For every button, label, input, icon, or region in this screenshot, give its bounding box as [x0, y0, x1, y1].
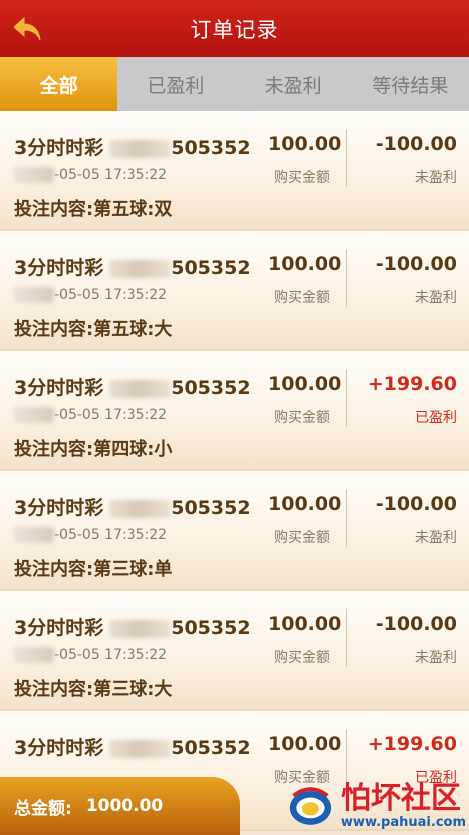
order-item[interactable]: 3分时时彩 505352 -05-05 17:35:22 投注内容:第五球:大 1…: [0, 231, 469, 351]
lottery-name: 3分时时彩 505352: [14, 617, 251, 639]
divider: [346, 609, 347, 667]
order-item[interactable]: 3分时时彩 505352 -05-05 17:35:22 投注内容:第四球:小 1…: [0, 351, 469, 471]
bet-amount: 100.00: [268, 733, 342, 755]
lottery-name: 3分时时彩 505352: [14, 737, 251, 759]
amount-label: 购买金额: [274, 290, 330, 306]
back-arrow-icon[interactable]: [12, 15, 42, 43]
divider: [346, 249, 347, 307]
amount-label: 购买金额: [274, 410, 330, 426]
bet-content: 投注内容:第五球:大: [14, 319, 173, 340]
lottery-name: 3分时时彩 505352: [14, 497, 251, 519]
order-item[interactable]: 3分时时彩 505352 -05-05 17:35:22 投注内容:第三球:大 1…: [0, 591, 469, 711]
tab-profit[interactable]: 已盈利: [117, 57, 234, 111]
profit-value: -100.00: [375, 253, 457, 275]
result-status: 已盈利: [415, 410, 457, 426]
redacted-issue: [109, 259, 172, 278]
filter-tabs: 全部 已盈利 未盈利 等待结果: [0, 57, 469, 111]
order-item[interactable]: 3分时时彩 505352 -05-05 17:35:22 投注内容:第三球:单 1…: [0, 471, 469, 591]
bet-amount: 100.00: [268, 493, 342, 515]
tab-no-profit[interactable]: 未盈利: [235, 57, 352, 111]
profit-value: +199.60: [367, 373, 457, 395]
lottery-name: 3分时时彩 505352: [14, 137, 251, 159]
watermark-name: 怕坏社区: [340, 780, 461, 816]
bet-content: 投注内容:第三球:单: [14, 559, 173, 580]
watermark-url: www.pahuai.com: [340, 814, 466, 830]
bet-amount: 100.00: [268, 613, 342, 635]
order-item[interactable]: 3分时时彩 505352 -05-05 17:35:22 投注内容:第五球:双 1…: [0, 111, 469, 231]
order-time: -05-05 17:35:22: [14, 167, 167, 183]
profit-value: -100.00: [375, 493, 457, 515]
profit-value: +199.60: [367, 733, 457, 755]
divider: [346, 369, 347, 427]
order-time: -05-05 17:35:22: [14, 407, 167, 423]
order-time: -05-05 17:35:22: [14, 527, 167, 543]
result-status: 未盈利: [415, 650, 457, 666]
watermark-logo-icon: [289, 787, 332, 825]
redacted-issue: [109, 499, 172, 518]
amount-label: 购买金额: [274, 530, 330, 546]
result-status: 未盈利: [415, 530, 457, 546]
amount-label: 购买金额: [274, 650, 330, 666]
total-amount-bar: 总金额: 1000.00: [0, 777, 240, 835]
order-time: -05-05 17:35:22: [14, 287, 167, 303]
profit-value: -100.00: [375, 613, 457, 635]
bet-amount: 100.00: [268, 373, 342, 395]
bet-content: 投注内容:第三球:大: [14, 679, 173, 700]
total-value: 1000.00: [85, 796, 164, 816]
tab-pending[interactable]: 等待结果: [352, 57, 469, 111]
redacted-issue: [109, 619, 172, 638]
total-label: 总金额:: [14, 798, 72, 819]
result-status: 未盈利: [415, 290, 457, 306]
lottery-name: 3分时时彩 505352: [14, 257, 251, 279]
lottery-name: 3分时时彩 505352: [14, 377, 251, 399]
bet-amount: 100.00: [268, 253, 342, 275]
result-status: 未盈利: [415, 170, 457, 186]
bet-content: 投注内容:第四球:小: [14, 439, 173, 460]
tab-all[interactable]: 全部: [0, 57, 118, 111]
page-title: 订单记录: [190, 17, 279, 42]
order-list: 3分时时彩 505352 -05-05 17:35:22 投注内容:第五球:双 1…: [0, 111, 469, 831]
redacted-issue: [109, 739, 172, 758]
divider: [346, 489, 347, 547]
profit-value: -100.00: [375, 133, 457, 155]
watermark: 怕坏社区 www.pahuai.com: [286, 778, 466, 834]
divider: [346, 129, 347, 187]
bet-content: 投注内容:第五球:双: [14, 199, 173, 220]
redacted-issue: [109, 139, 172, 158]
amount-label: 购买金额: [274, 170, 330, 186]
redacted-issue: [109, 379, 172, 398]
bet-amount: 100.00: [268, 133, 342, 155]
app-header: 订单记录: [0, 0, 469, 57]
order-time: -05-05 17:35:22: [14, 647, 167, 663]
